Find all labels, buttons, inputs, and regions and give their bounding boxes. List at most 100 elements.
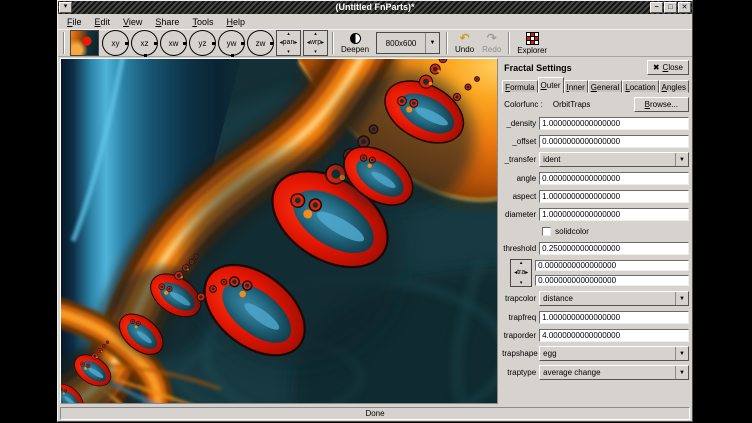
explorer-grid-icon (526, 32, 539, 45)
trapposition-y-input[interactable]: 0.0000000000000000 (535, 275, 689, 286)
image-size-combo[interactable]: 800x600 ▼ (376, 32, 440, 54)
maximize-icon: □ (668, 4, 672, 11)
rotation-dot-icon (144, 54, 147, 57)
diameter-input[interactable]: 1.0000000000000000 (539, 208, 689, 221)
arrow-right-icon[interactable]: ▸ (321, 40, 324, 46)
maximize-button[interactable]: □ (664, 2, 677, 13)
undo-label: Undo (455, 45, 474, 54)
window-menu-button[interactable]: ▾ (59, 2, 72, 13)
rotate-xz-button[interactable]: xz (131, 30, 158, 56)
fractal-thumbnail-button[interactable] (70, 30, 99, 56)
tab-general[interactable]: General (588, 80, 622, 93)
close-panel-button[interactable]: ✖ Close (647, 60, 689, 75)
arrow-right-icon[interactable]: ▸ (294, 40, 297, 46)
close-panel-label: Close (663, 63, 683, 72)
chevron-down-icon[interactable]: ▼ (675, 366, 688, 379)
aspect-label: aspect (502, 192, 539, 201)
arrow-up-icon[interactable]: ▴ (314, 31, 317, 37)
warp-widget[interactable]: ▴ ◂wrp▸ ▾ (303, 30, 328, 56)
angle-input[interactable]: 0.0000000000000000 (539, 172, 689, 185)
traptype-value: average change (543, 368, 600, 377)
tab-formula[interactable]: Formula (502, 80, 537, 93)
arrow-down-icon[interactable]: ▾ (520, 280, 523, 286)
panel-title: Fractal Settings (502, 63, 647, 73)
transfer-label: _transfer (502, 155, 539, 164)
menu-share[interactable]: Share (149, 16, 186, 28)
rotation-dot-icon (270, 42, 273, 45)
menu-view[interactable]: View (117, 16, 149, 28)
rotate-xy-button[interactable]: xy (102, 30, 129, 56)
arrow-down-icon[interactable]: ▾ (314, 49, 317, 55)
traporder-input[interactable]: 4.0000000000000000 (539, 329, 689, 342)
transfer-combo[interactable]: ident ▼ (539, 152, 689, 167)
pan-widget[interactable]: ▴ ◂pan▸ ▾ (276, 30, 301, 56)
rotation-dot-icon (212, 42, 215, 45)
toolbar-separator (63, 32, 65, 54)
rotate-xw-button[interactable]: xw (160, 30, 187, 56)
tab-location[interactable]: Location (622, 80, 658, 93)
arrow-down-icon[interactable]: ▾ (287, 49, 290, 55)
main-content: Fractal Settings ✖ Close Formula Outer I… (58, 57, 692, 405)
tab-inner[interactable]: Inner (564, 80, 588, 93)
fractal-image (61, 59, 498, 403)
density-input[interactable]: 1.0000000000000000 (539, 117, 689, 130)
rotation-dot-icon (183, 42, 186, 45)
trapposition-label: tra (517, 269, 525, 277)
aspect-input[interactable]: 1.0000000000000000 (539, 190, 689, 203)
threshold-input[interactable]: 0.2500000000000000 (539, 242, 689, 255)
settings-tabs: Formula Outer Inner General Location Ang… (502, 77, 689, 93)
rotation-dot-icon (125, 42, 128, 45)
redo-button: ↷ Redo (482, 33, 501, 54)
undo-arrow-icon: ↶ (460, 33, 470, 44)
image-size-value: 800x600 (377, 33, 425, 53)
explorer-label: Explorer (517, 46, 547, 55)
close-x-icon: ✖ (653, 64, 660, 72)
menu-edit[interactable]: Edit (89, 16, 118, 28)
traptype-combo[interactable]: average change ▼ (539, 365, 689, 380)
arrow-right-icon[interactable]: ▸ (525, 270, 528, 276)
rotation-dot-icon (154, 42, 157, 45)
menu-help[interactable]: Help (220, 16, 252, 28)
rotate-yz-button[interactable]: yz (189, 30, 216, 56)
deepen-button[interactable]: Deepen (341, 33, 369, 54)
traptype-label: traptype (502, 368, 539, 377)
redo-arrow-icon: ↷ (487, 33, 497, 44)
trapposition-widget[interactable]: ▴ ◂tra▸ ▾ (510, 259, 532, 287)
browse-button[interactable]: Browse... (634, 97, 689, 112)
explorer-button[interactable]: Explorer (517, 32, 547, 55)
titlebar[interactable]: ▾ (Untitled FnParts)* − □ ✕ (58, 1, 692, 14)
undo-button[interactable]: ↶ Undo (455, 33, 474, 54)
trapshape-combo[interactable]: egg ▼ (539, 346, 689, 361)
fractal-view[interactable] (60, 58, 498, 404)
solidcolor-label: solidcolor (555, 227, 589, 236)
rotate-yz-label: yz (199, 39, 207, 48)
chevron-down-icon[interactable]: ▼ (675, 292, 688, 305)
window-menu-icon: ▾ (64, 3, 68, 10)
tab-angles[interactable]: Angles (659, 80, 689, 93)
rotate-zw-button[interactable]: zw (247, 30, 274, 56)
warp-label: wrp (310, 39, 321, 47)
arrow-up-icon[interactable]: ▴ (287, 31, 290, 37)
solidcolor-checkbox[interactable] (542, 227, 551, 236)
menu-file[interactable]: File (61, 16, 89, 28)
rotate-yw-button[interactable]: yw (218, 30, 245, 56)
offset-input[interactable]: 0.0000000000000000 (539, 135, 689, 148)
chevron-down-icon[interactable]: ▼ (675, 153, 688, 166)
trapcolor-combo[interactable]: distance ▼ (539, 291, 689, 306)
chevron-down-icon[interactable]: ▼ (425, 33, 439, 53)
menu-tools[interactable]: Tools (186, 16, 220, 28)
deepen-icon (350, 33, 361, 44)
transfer-value: ident (543, 155, 560, 164)
threshold-label: threshold (502, 244, 539, 253)
close-window-button[interactable]: ✕ (678, 2, 691, 13)
angle-label: angle (502, 174, 539, 183)
chevron-down-icon[interactable]: ▼ (675, 347, 688, 360)
trapposition-x-input[interactable]: 0.0000000000000000 (535, 260, 689, 271)
close-icon: ✕ (682, 4, 688, 11)
toolbar-separator (446, 32, 448, 54)
arrow-up-icon[interactable]: ▴ (520, 260, 523, 266)
window-title: (Untitled FnParts)* (58, 1, 692, 14)
trapfreq-input[interactable]: 1.0000000000000000 (539, 311, 689, 324)
minimize-button[interactable]: − (650, 2, 663, 13)
tab-outer[interactable]: Outer (538, 77, 564, 93)
